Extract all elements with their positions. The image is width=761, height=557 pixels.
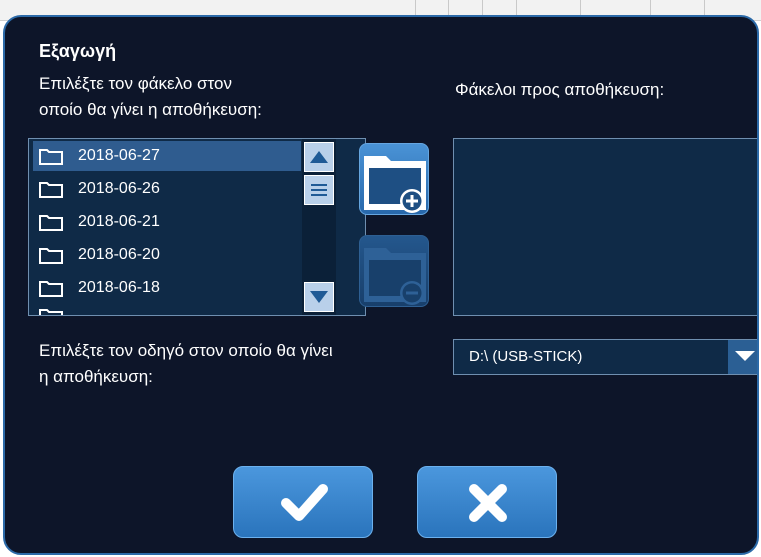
scroll-up-button[interactable] <box>304 142 334 172</box>
folder-icon <box>39 309 63 315</box>
folder-icon <box>39 281 63 297</box>
select-drive-label-line2: η αποθήκευση: <box>39 367 153 386</box>
select-drive-label: Επιλέξτε τον οδηγό στον οποίο θα γίνει η… <box>39 338 333 390</box>
folder-listbox[interactable]: 2018-06-27 2018-06-26 2018-06-21 2018-06… <box>28 138 366 316</box>
folder-list-item-label: 2018-06-18 <box>78 279 160 296</box>
folder-list-item-partial <box>33 306 301 315</box>
confirm-button[interactable] <box>233 466 373 538</box>
folder-list-item-label: 2018-06-21 <box>78 213 160 230</box>
scroll-thumb[interactable] <box>304 175 334 205</box>
folder-icon <box>39 149 63 165</box>
folder-list-item[interactable]: 2018-06-20 <box>33 240 301 270</box>
select-folder-label-line1: Επιλέξτε τον φάκελο στον <box>39 74 232 93</box>
folder-add-icon <box>364 156 426 213</box>
checkmark-icon <box>281 484 328 521</box>
folder-list-scrollbar[interactable] <box>302 139 336 315</box>
folders-to-save-listbox[interactable] <box>453 138 757 316</box>
folder-list-item[interactable]: 2018-06-18 <box>33 273 301 303</box>
drive-select-dropdown-button[interactable] <box>728 340 757 374</box>
chevron-down-icon <box>735 351 755 361</box>
grip-lines-icon <box>311 184 327 196</box>
folder-icon <box>39 215 63 231</box>
arrow-up-icon <box>310 151 328 163</box>
cancel-button[interactable] <box>417 466 557 538</box>
drive-select-value: D:\ (USB-STICK) <box>469 348 583 365</box>
select-drive-label-line1: Επιλέξτε τον οδηγό στον οποίο θα γίνει <box>39 341 333 360</box>
add-folder-button[interactable] <box>359 143 429 215</box>
folder-remove-icon <box>364 248 426 305</box>
folders-to-save-label: Φάκελοι προς αποθήκευση: <box>455 80 665 99</box>
folder-list-item[interactable]: 2018-06-21 <box>33 207 301 237</box>
folder-list-item[interactable]: 2018-06-26 <box>33 174 301 204</box>
export-dialog: Εξαγωγή Επιλέξτε τον φάκελο στον οποίο θ… <box>3 15 759 555</box>
folder-icon <box>39 182 63 198</box>
folder-list-item-label: 2018-06-20 <box>78 246 160 263</box>
select-folder-label-line2: οποίο θα γίνει η αποθήκευση: <box>39 100 262 119</box>
folder-icon <box>39 248 63 264</box>
folder-list-item[interactable]: 2018-06-27 <box>33 141 301 171</box>
folder-list-item-label: 2018-06-26 <box>78 180 160 197</box>
dialog-title: Εξαγωγή <box>39 41 117 61</box>
drive-select[interactable]: D:\ (USB-STICK) <box>453 339 757 375</box>
folder-list-item-label: 2018-06-27 <box>78 147 160 164</box>
remove-folder-button[interactable] <box>359 235 429 307</box>
arrow-down-icon <box>310 291 328 303</box>
scroll-down-button[interactable] <box>304 282 334 312</box>
select-folder-label: Επιλέξτε τον φάκελο στον οποίο θα γίνει … <box>39 71 262 123</box>
close-icon <box>469 484 507 522</box>
